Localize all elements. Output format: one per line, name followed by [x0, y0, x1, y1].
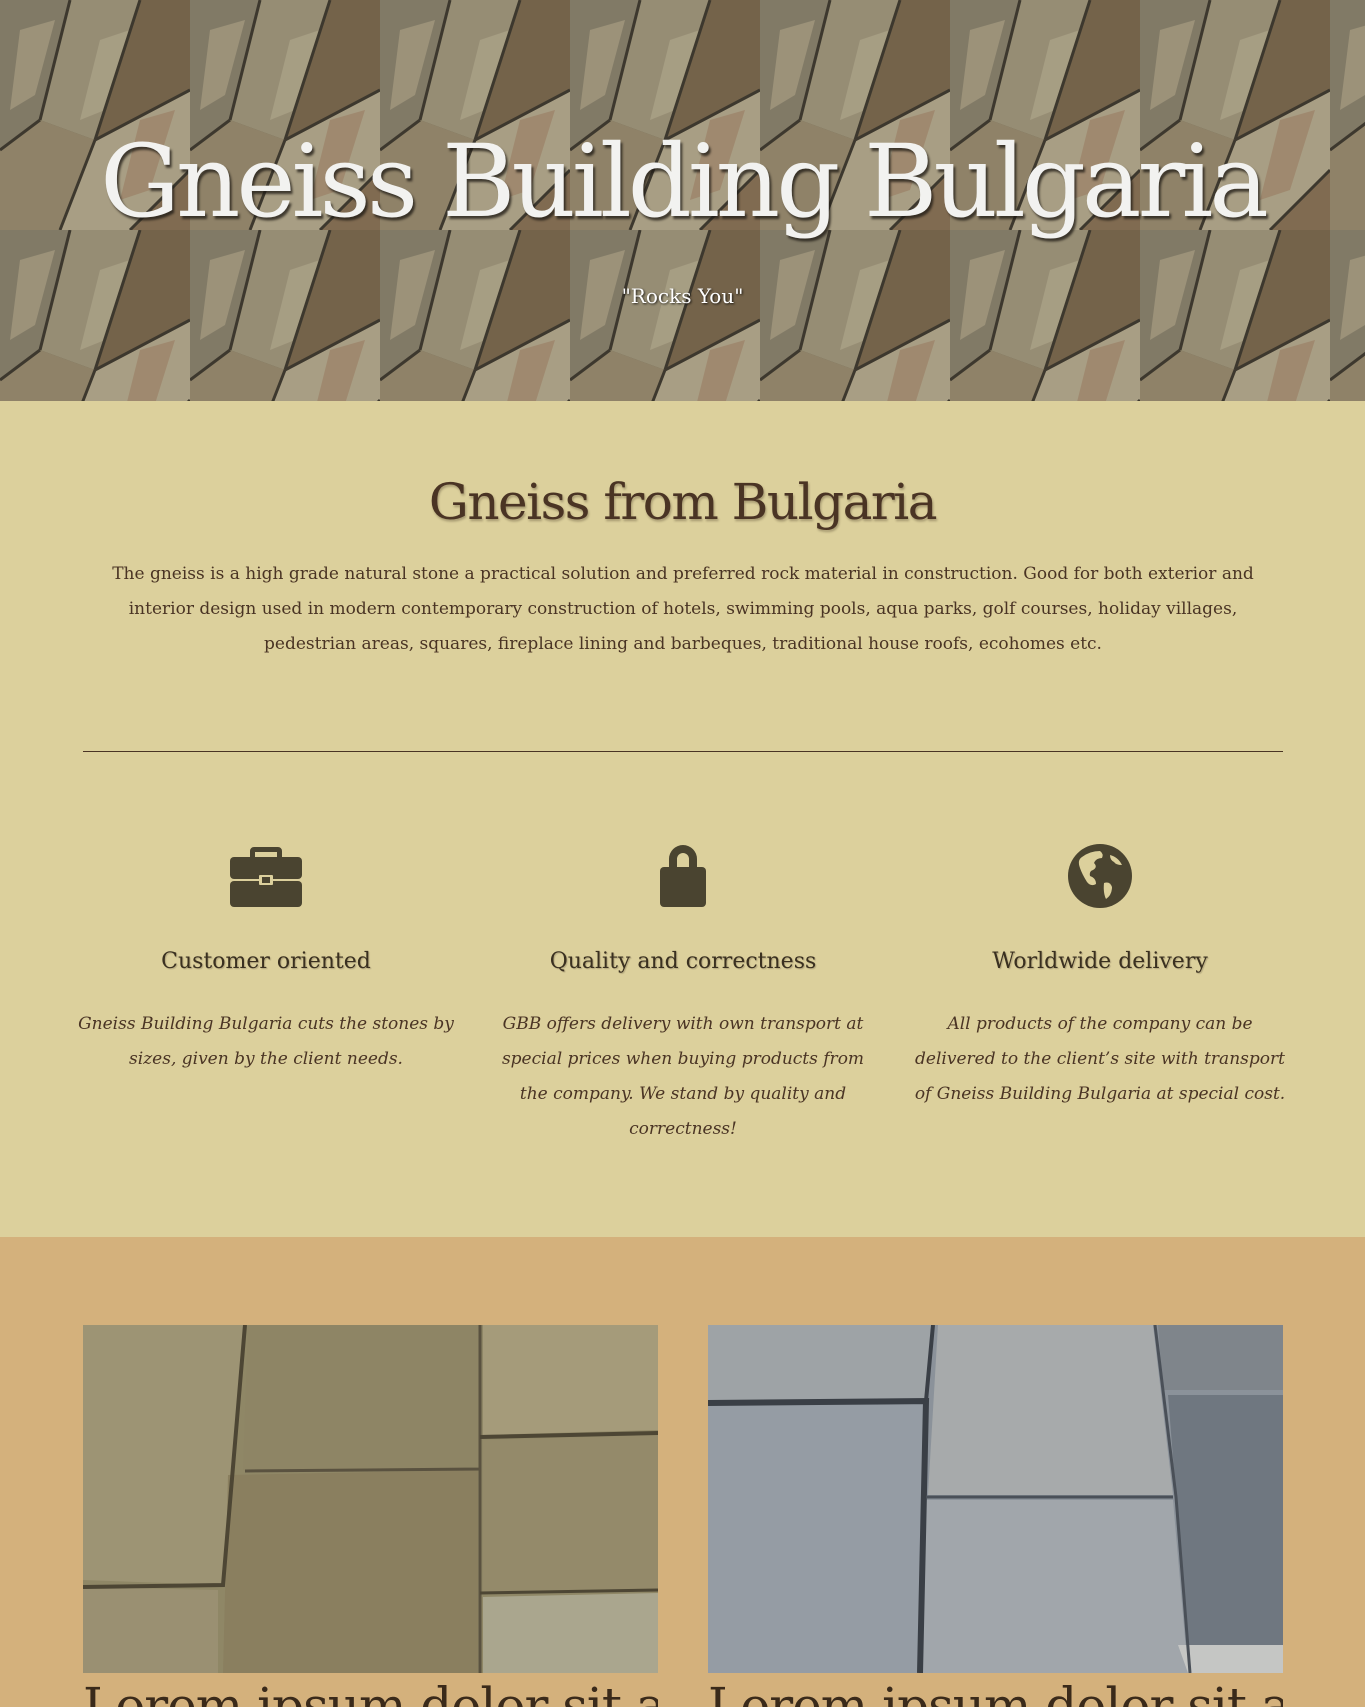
globe-icon	[1068, 844, 1132, 908]
about-description: The gneiss is a high grade natural stone…	[112, 564, 1254, 654]
section-divider	[83, 751, 1283, 752]
gallery-caption: Lorem ipsum dolor sit amet	[83, 1681, 658, 1707]
about-heading: Gneiss from Bulgaria	[428, 473, 938, 531]
stone-tiles-image	[708, 1325, 1283, 1673]
feature-text: GBB offers delivery with own transport a…	[501, 1014, 865, 1139]
gallery-card[interactable]: Lorem ipsum dolor sit amet	[708, 1325, 1283, 1707]
briefcase-icon	[230, 847, 302, 907]
feature-text: Gneiss Building Bulgaria cuts the stones…	[78, 1014, 454, 1069]
site-tagline: "Rocks You"	[621, 284, 744, 308]
lock-icon	[660, 845, 706, 907]
gallery-caption: Lorem ipsum dolor sit amet	[708, 1681, 1283, 1707]
feature-title: Customer oriented	[161, 949, 371, 974]
hero-banner: Gneiss Building Bulgaria "Rocks You"	[0, 0, 1365, 401]
feature-title: Quality and correctness	[549, 949, 817, 974]
gallery-section: Lorem ipsum dolor sit amet Lorem ipsum d…	[0, 1237, 1365, 1707]
feature-quality: Quality and correctness GBB offers deliv…	[493, 839, 873, 1147]
feature-worldwide-delivery: Worldwide delivery All products of the c…	[910, 839, 1290, 1112]
feature-customer-oriented: Customer oriented Gneiss Building Bulgar…	[76, 839, 456, 1077]
stone-tiles-image	[83, 1325, 658, 1673]
gallery-card[interactable]: Lorem ipsum dolor sit amet	[83, 1325, 658, 1707]
feature-text: All products of the company can be deliv…	[914, 1014, 1286, 1104]
site-title: Gneiss Building Bulgaria	[100, 123, 1269, 240]
feature-title: Worldwide delivery	[992, 949, 1208, 974]
about-section: Gneiss from Bulgaria The gneiss is a hig…	[0, 401, 1365, 1237]
